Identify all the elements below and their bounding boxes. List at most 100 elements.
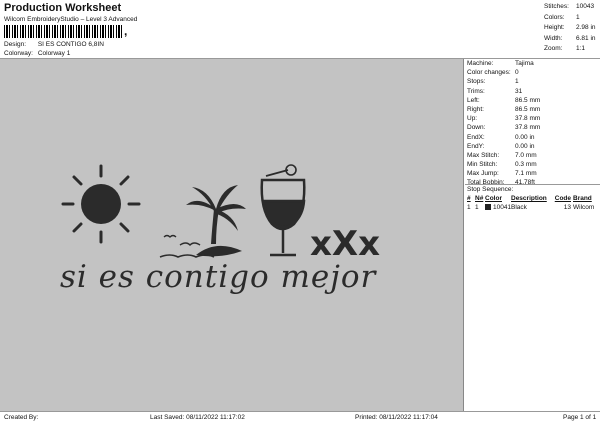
software-name: Wilcom EmbroideryStudio – Level 3 Advanc… — [4, 16, 138, 23]
stat-label: Colors: — [544, 13, 565, 21]
design-preview[interactable]: xXx si es contigo mejor — [0, 59, 464, 411]
detail-label: Right: — [467, 105, 484, 113]
created-by: Created By: — [4, 414, 39, 421]
detail-label: Left: — [467, 96, 480, 104]
col-header: Code — [554, 195, 571, 202]
brand-cell: Wilcom — [573, 204, 595, 211]
detail-value: 86.5 mm — [515, 96, 541, 104]
last-saved: Last Saved: 08/11/2022 11:17:02 — [150, 414, 245, 421]
detail-value: Tajima — [515, 60, 534, 67]
detail-row: Trims: 31 — [466, 87, 600, 96]
detail-label: EndX: — [467, 133, 485, 141]
detail-label: Stops: — [467, 78, 486, 86]
page-number: Page 1 of 1 — [563, 414, 597, 421]
detail-value: 31 — [515, 87, 523, 95]
design-value: SI ES CONTIGO 6,8IN — [37, 41, 104, 48]
detail-row: Min Stitch: 0.3 mm — [466, 160, 600, 169]
detail-label: Color changes: — [467, 69, 511, 77]
col-header: Description — [511, 195, 547, 202]
stop-table-header: # N# Color Description Code Brand — [466, 194, 600, 203]
col-header: Brand — [573, 195, 592, 202]
detail-row: Color changes: 0 — [466, 68, 600, 77]
detail-label: Machine: — [467, 60, 494, 67]
detail-row: Machine: Tajima — [466, 59, 600, 68]
stat-value: 6.81 in — [576, 34, 596, 42]
barcode — [4, 25, 122, 38]
color-code: 10041 — [493, 204, 512, 211]
stop-sequence-table: # N# Color Description Code Brand 1 1 10… — [466, 194, 600, 212]
design-label: Design: — [4, 41, 27, 48]
stat-label: Width: — [544, 34, 563, 42]
detail-row: Down: 37.8 mm — [466, 123, 600, 132]
design-row: Design: SI ES CONTIGO 6,8IN — [4, 41, 104, 48]
stat-label: Zoom: — [544, 45, 563, 52]
detail-label: Trims: — [467, 87, 485, 95]
detail-row: Max Jump: 7.1 mm — [466, 169, 600, 178]
worksheet-header: Production Worksheet Wilcom EmbroiderySt… — [0, 0, 600, 58]
detail-label: Min Stitch: — [467, 161, 498, 169]
summary-stats: Stitches: 10043 Colors: 1 Height: 2.98 in W… — [544, 2, 596, 55]
code-cell: 13 — [563, 204, 571, 211]
colorway-row: Colorway: Colorway 1 — [4, 50, 70, 57]
detail-value: 1 — [515, 78, 519, 86]
stat-row: Stitches: 10043 — [544, 2, 596, 13]
detail-row: Up: 37.8 mm — [466, 114, 600, 123]
script-text: si es contigo mejor — [60, 259, 377, 295]
stat-row: Width: 6.81 in — [544, 34, 596, 45]
machine-details: Machine: Tajima Color changes: 0 Stops: 1 T… — [466, 59, 600, 188]
detail-value: 37.8 mm — [515, 115, 541, 123]
detail-label: EndY: — [467, 142, 485, 150]
detail-value: 7.0 mm — [515, 151, 537, 159]
detail-row: Stops: 1 — [466, 77, 600, 86]
detail-row: Left: 86.5 mm — [466, 96, 600, 105]
col-header: N# — [475, 195, 484, 202]
detail-value: 0 — [515, 69, 519, 77]
detail-value: 0.3 mm — [515, 161, 537, 169]
stop-sequence-title: Stop Sequence: — [467, 186, 514, 193]
stat-value: 1:1 — [576, 45, 586, 52]
worksheet-title: Production Worksheet — [4, 2, 122, 14]
detail-value: 0.00 in — [515, 142, 535, 150]
barcode-suffix: , — [124, 24, 128, 38]
printed-date: Printed: 08/11/2022 11:17:04 — [355, 414, 438, 421]
needle-number: 1 — [475, 204, 479, 211]
palm-island-icon — [159, 185, 246, 258]
detail-value: 41.78ft — [515, 179, 535, 187]
detail-label: Max Jump: — [467, 170, 499, 178]
detail-row: Max Stitch: 7.0 mm — [466, 151, 600, 160]
description-cell: Black — [511, 204, 527, 211]
worksheet-footer: Created By: Last Saved: 08/11/2022 11:17… — [0, 411, 600, 424]
design-artwork: xXx — [61, 164, 380, 264]
stat-label: Stitches: — [544, 3, 569, 10]
detail-row: Right: 86.5 mm — [466, 105, 600, 114]
detail-label: Down: — [467, 124, 486, 132]
colorway-label: Colorway: — [4, 50, 33, 57]
stop-divider — [465, 184, 600, 185]
stat-row: Height: 2.98 in — [544, 23, 596, 34]
sun-icon — [61, 164, 141, 244]
table-row[interactable]: 1 1 10041 Black 13 Wilcom — [466, 203, 600, 212]
detail-row: EndX: 0.00 in — [466, 133, 600, 142]
detail-label: Up: — [467, 115, 478, 123]
colorway-value: Colorway 1 — [37, 50, 71, 57]
wine-glass-icon — [260, 164, 306, 257]
color-cell: 10041 — [485, 203, 511, 212]
detail-row: EndY: 0.00 in — [466, 142, 600, 151]
stat-value: 2.98 in — [576, 24, 596, 31]
detail-value: 7.1 mm — [515, 170, 537, 178]
detail-value: 86.5 mm — [515, 105, 541, 113]
stat-row: Zoom: 1:1 — [544, 44, 596, 55]
xxx-text: xXx — [310, 224, 380, 264]
col-header: Color — [485, 195, 502, 202]
detail-value: 0.00 in — [515, 133, 535, 141]
stop-number: 1 — [467, 204, 471, 211]
xxx-text-graphic: xXx — [310, 224, 380, 264]
stat-row: Colors: 1 — [544, 13, 596, 24]
col-header: # — [467, 195, 471, 202]
detail-label: Max Stitch: — [467, 151, 500, 159]
stat-label: Height: — [544, 24, 565, 31]
color-swatch — [485, 204, 491, 210]
stat-value: 10043 — [576, 3, 595, 10]
detail-value: 37.8 mm — [515, 124, 541, 132]
stat-value: 1 — [576, 13, 580, 21]
